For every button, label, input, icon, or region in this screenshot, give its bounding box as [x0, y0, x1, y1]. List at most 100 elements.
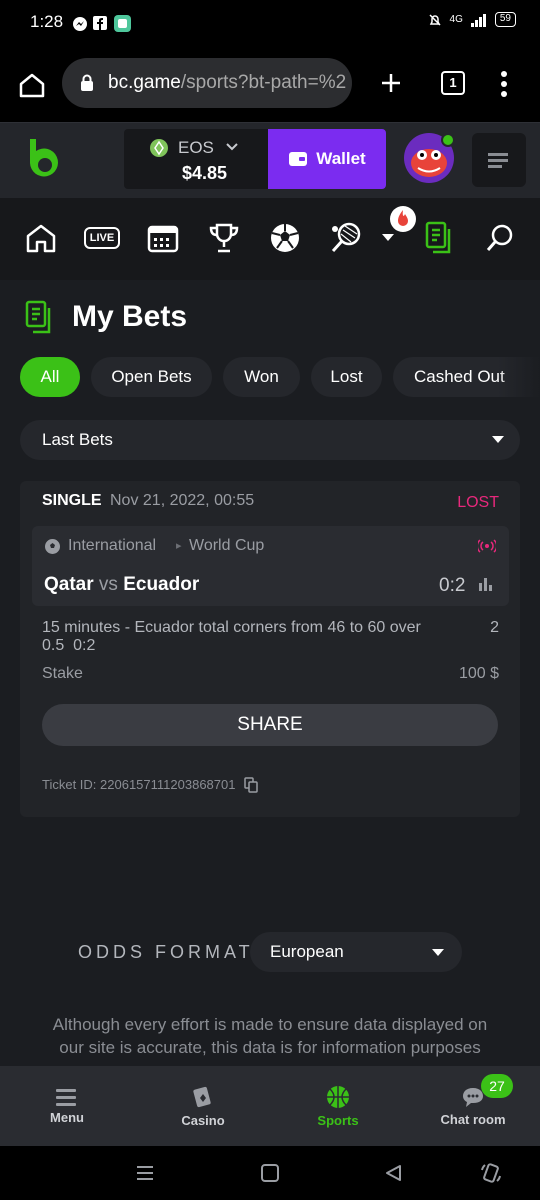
match-info[interactable]: International ▸ World Cup Qatar vs Ecuad… [32, 526, 509, 606]
url-bar[interactable]: bc.game/sports?bt-path=%2 [62, 58, 352, 108]
chevron-down-icon [226, 143, 238, 151]
site-header: EOS $4.85 Wallet [0, 122, 540, 198]
league-country: International [68, 537, 157, 554]
status-time: 1:28 [30, 12, 64, 31]
nav-schedule[interactable] [143, 218, 183, 258]
stats-icon[interactable] [478, 576, 494, 592]
balance-box[interactable]: EOS $4.85 [124, 129, 268, 189]
new-tab-icon[interactable] [380, 72, 402, 94]
caret-down-icon [432, 949, 444, 956]
eos-coin-icon [150, 139, 168, 157]
chat-badge: 27 [481, 1074, 513, 1098]
tab-sports-label: Sports [317, 1112, 359, 1128]
soccer-ball-icon [271, 224, 299, 252]
nav-search[interactable] [480, 218, 520, 258]
league-name: World Cup [189, 537, 265, 554]
online-dot [441, 133, 455, 147]
tab-casino[interactable]: Casino [158, 1066, 248, 1146]
nav-tennis[interactable] [326, 218, 366, 258]
filter-value: Last Bets [42, 430, 113, 449]
bet-odds: 2 [490, 619, 499, 636]
page-title: My Bets [72, 300, 188, 333]
match-score: 0:2 [439, 575, 466, 596]
tennis-racket-icon [331, 222, 361, 253]
url-path: /sports?bt-path=%2 [180, 72, 346, 93]
hot-badge[interactable] [390, 206, 416, 232]
wallet-button[interactable]: Wallet [268, 129, 386, 189]
my-bets-title-icon [25, 300, 51, 334]
share-button[interactable]: SHARE [42, 704, 498, 746]
header-menu-button[interactable] [472, 133, 526, 187]
tab-menu-label: Menu [50, 1109, 84, 1125]
chips-fade [498, 357, 540, 397]
status-bar: 1:28 4G 59 [0, 0, 540, 46]
wallet-label: Wallet [316, 149, 366, 168]
live-broadcast-icon [478, 539, 496, 553]
chip-open-bets[interactable]: Open Bets [91, 357, 212, 397]
nav-tournaments[interactable] [204, 218, 244, 258]
android-nav-bar [0, 1146, 540, 1200]
market-score: 0:2 [73, 637, 96, 654]
chip-all[interactable]: All [20, 357, 80, 397]
network-type: 4G [449, 14, 463, 25]
caret-down-icon[interactable] [382, 234, 394, 242]
url-host: bc.game [108, 72, 181, 93]
search-icon [486, 224, 513, 251]
breadcrumb-sep: ▸ [176, 540, 182, 552]
signal-icon [470, 13, 486, 27]
nav-my-bets[interactable] [419, 218, 459, 258]
sports-nav: LIVE [0, 198, 540, 280]
bet-market: 15 minutes - Ecuador total corners from … [42, 619, 462, 655]
app-root: 1:28 4G 59 bc.game/sports?bt-path=%2 1 E… [0, 0, 540, 1200]
team-home: Qatar [44, 574, 94, 595]
status-right: 4G 59 [428, 12, 516, 27]
copy-icon[interactable] [244, 777, 258, 793]
app-notification-icon [114, 15, 131, 32]
mute-icon [429, 13, 441, 26]
home-icon[interactable] [18, 72, 46, 98]
match-teams: Qatar vs Ecuador [44, 574, 199, 596]
url-text: bc.game/sports?bt-path=%2 [108, 72, 346, 94]
android-home-icon[interactable] [261, 1164, 279, 1182]
casino-icon [193, 1086, 211, 1107]
currency-label: EOS [178, 138, 214, 157]
hamburger-icon [488, 153, 508, 168]
vs-label: vs [98, 574, 118, 595]
nav-home[interactable] [21, 218, 61, 258]
messenger-icon [73, 17, 87, 31]
calendar-icon [147, 225, 179, 253]
odds-format-select[interactable]: European [250, 932, 462, 972]
basketball-icon [327, 1085, 349, 1108]
tab-casino-label: Casino [181, 1112, 225, 1128]
ticket-id: Ticket ID: 2206157111203868701 [42, 777, 236, 792]
tab-sports[interactable]: Sports [293, 1066, 383, 1146]
bc-logo-icon[interactable] [26, 137, 64, 183]
chip-lost[interactable]: Lost [311, 357, 382, 397]
soccer-ball-icon [45, 539, 60, 554]
trophy-icon [209, 223, 239, 253]
chip-won[interactable]: Won [223, 357, 300, 397]
bets-filter-select[interactable]: Last Bets [20, 420, 520, 460]
lock-icon [81, 74, 93, 91]
market-text: 15 minutes - Ecuador total corners from … [42, 619, 421, 654]
more-options-icon[interactable] [500, 70, 508, 98]
back-icon[interactable] [384, 1164, 402, 1182]
stake-value: 100 $ [458, 665, 499, 682]
live-label: LIVE [83, 227, 121, 249]
bet-type: SINGLE [42, 492, 102, 509]
nav-soccer[interactable] [265, 218, 305, 258]
tab-menu[interactable]: Menu [22, 1066, 112, 1146]
odds-format-value: European [270, 942, 344, 961]
wallet-icon [289, 152, 308, 166]
recent-apps-icon[interactable] [136, 1164, 154, 1182]
stake-label: Stake [42, 665, 83, 682]
tab-switcher-button[interactable]: 1 [441, 71, 465, 95]
home-outline-icon [26, 224, 56, 253]
bottom-tab-bar: Menu Casino Sports Chat room 27 [0, 1066, 540, 1146]
rotate-icon[interactable] [480, 1162, 502, 1184]
battery-level: 59 [494, 12, 516, 27]
nav-live[interactable]: LIVE [80, 218, 124, 258]
bet-result: LOST [457, 494, 499, 511]
bet-card: SINGLE Nov 21, 2022, 00:55 LOST Internat… [20, 481, 520, 817]
team-away: Ecuador [123, 574, 200, 595]
